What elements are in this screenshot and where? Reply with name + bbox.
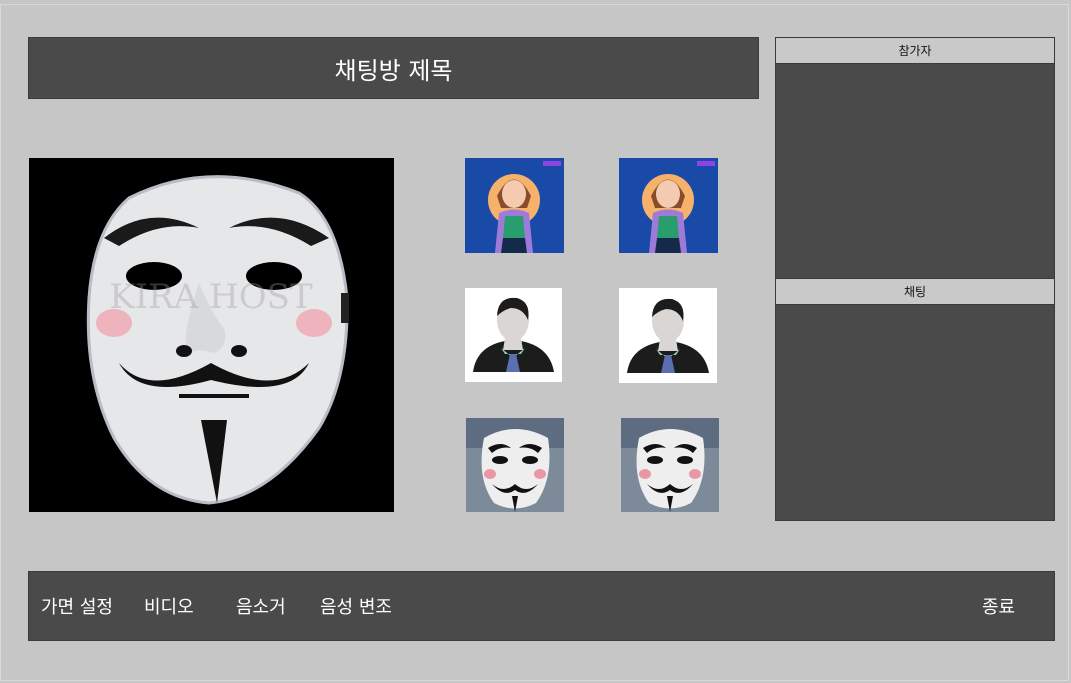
participants-list[interactable]: [775, 63, 1055, 279]
mask-person-icon: [621, 418, 719, 512]
chatroom-title: 채팅방 제목: [334, 56, 453, 85]
voice-modulation-button[interactable]: 음성 변조: [320, 572, 392, 640]
mask-settings-button[interactable]: 가면 설정: [41, 572, 113, 640]
video-button[interactable]: 비디오: [144, 572, 194, 640]
zepeto-avatar-icon: [619, 158, 718, 253]
guy-fawkes-mask-image: KIRA HOST: [29, 158, 394, 512]
chatroom-title-bar: 채팅방 제목: [28, 37, 759, 99]
main-video-feed[interactable]: KIRA HOST: [29, 158, 394, 512]
mute-button[interactable]: 음소거: [236, 572, 286, 640]
participant-thumb-6[interactable]: [621, 418, 719, 512]
participant-thumb-5[interactable]: [466, 418, 564, 512]
participant-thumb-2[interactable]: [619, 158, 718, 253]
participant-thumb-3[interactable]: [465, 288, 562, 382]
person-placeholder-icon: [465, 288, 562, 382]
participant-thumb-4[interactable]: [619, 288, 717, 383]
person-placeholder-icon: [619, 288, 717, 383]
zepeto-avatar-icon: [465, 158, 564, 253]
bottom-toolbar: 가면 설정 비디오 음소거 음성 변조 종료: [28, 571, 1055, 641]
participants-panel-header: 참가자: [775, 37, 1055, 64]
chat-label: 채팅: [903, 285, 927, 299]
mask-person-icon: [466, 418, 564, 512]
participant-thumb-1[interactable]: [465, 158, 564, 253]
participants-label: 참가자: [898, 44, 932, 58]
exit-button[interactable]: 종료: [982, 572, 1015, 640]
watermark-text: KIRA HOST: [109, 277, 313, 317]
chat-messages-area[interactable]: [775, 304, 1055, 521]
chat-panel-header: 채팅: [775, 278, 1055, 305]
